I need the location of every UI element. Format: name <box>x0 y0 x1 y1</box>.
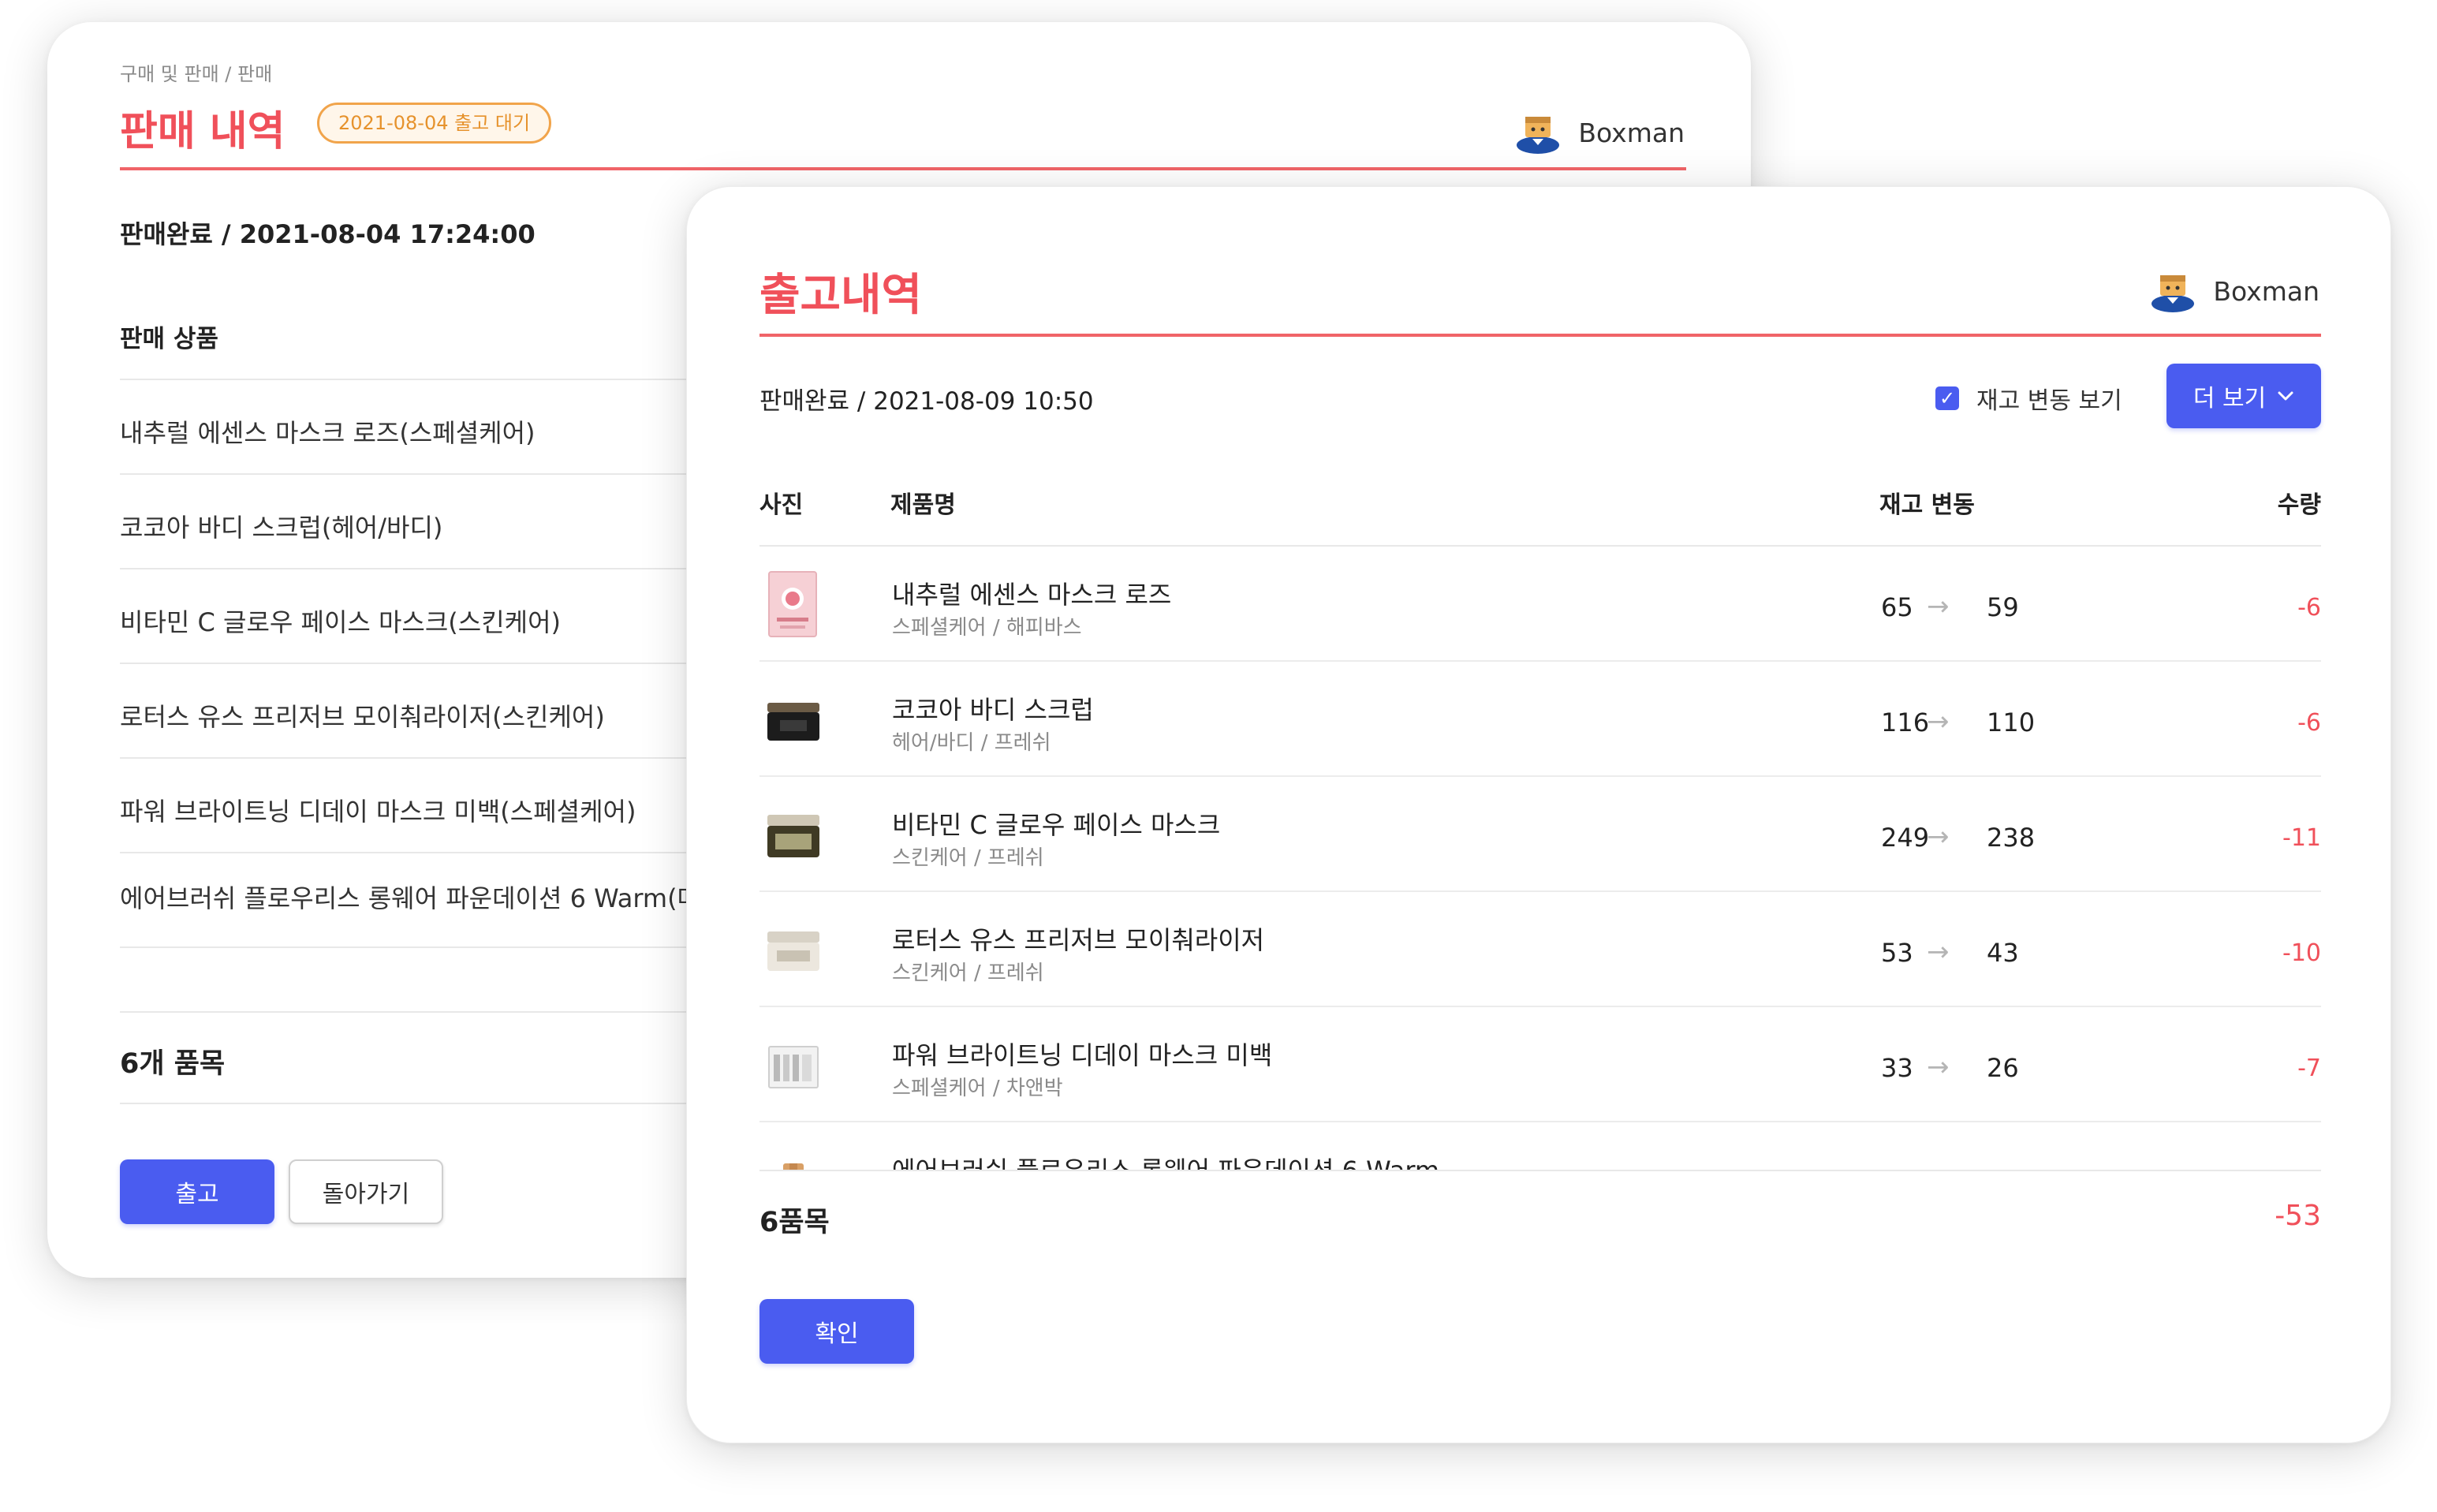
arrow-right-icon: → <box>1927 1051 1950 1083</box>
quantity-change: -11 <box>2282 824 2321 852</box>
quantity-change: -6 <box>2297 709 2321 737</box>
stock-after: 110 <box>1987 707 2036 737</box>
more-button[interactable]: 더 보기 <box>2166 364 2321 428</box>
ship-button[interactable]: 출고 <box>120 1159 274 1224</box>
stock-after: 43 <box>1987 938 2019 968</box>
column-header-qty: 수량 <box>2277 491 2321 519</box>
bottle-thumbnail-icon <box>783 1163 804 1170</box>
title-underline <box>120 167 1686 170</box>
product-table: 내추럴 에센스 마스크 로즈 스페셜케어 / 해피바스 65 → 59 -6 코… <box>687 547 2390 1170</box>
table-row[interactable]: 에어브러쉬 플로우리스 롱웨어 파운데이션 6 Warm <box>759 1122 2321 1170</box>
white-jar-thumbnail-icon <box>767 931 819 971</box>
quantity-change: -10 <box>2282 939 2321 967</box>
user-name: Boxman <box>2213 275 2319 307</box>
table-row[interactable]: 로터스 유스 프리저브 모이춰라이저 스킨케어 / 프레쉬 53 → 43 -1… <box>759 892 2321 1007</box>
stock-before: 249 <box>1881 823 1930 853</box>
product-category: 스페셜케어 / 해피바스 <box>892 616 1082 640</box>
stock-before: 53 <box>1881 938 1913 968</box>
quantity-change: -7 <box>2297 1055 2321 1082</box>
stock-after: 238 <box>1987 823 2036 853</box>
product-name: 파워 브라이트닝 디데이 마스크 미백 <box>892 1040 1273 1070</box>
sale-status-date: 판매완료 / 2021-08-04 17:24:00 <box>120 219 536 249</box>
page-title: 판매 내역 <box>120 108 285 155</box>
arrow-right-icon: → <box>1927 936 1950 968</box>
stock-before: 116 <box>1881 707 1930 737</box>
user-name: Boxman <box>1578 117 1685 148</box>
column-header-stock: 재고 변동 <box>1879 491 1975 519</box>
item-count: 6개 품목 <box>120 1048 226 1080</box>
table-row[interactable]: 비타민 C 글로우 페이스 마스크 스킨케어 / 프레쉬 249 → 238 -… <box>759 777 2321 892</box>
quantity-change: -6 <box>2297 594 2321 622</box>
stock-change-toggle[interactable]: ✓ 재고 변동 보기 <box>1935 381 2122 416</box>
stock-before: 33 <box>1881 1053 1913 1083</box>
arrow-right-icon: → <box>1927 706 1950 737</box>
product-name: 비타민 C 글로우 페이스 마스크 <box>892 810 1221 840</box>
toggle-label: 재고 변동 보기 <box>1976 387 2122 415</box>
product-name: 코코아 바디 스크럽 <box>892 695 1094 725</box>
product-name: 로터스 유스 프리저브 모이춰라이저 <box>892 925 1265 955</box>
stock-after: 26 <box>1987 1053 2019 1083</box>
status-badge: 2021-08-04 출고 대기 <box>317 103 552 144</box>
product-name: 에어브러쉬 플로우리스 롱웨어 파운데이션 6 Warm <box>892 1151 1439 1170</box>
product-category: 스킨케어 / 프레쉬 <box>892 846 1044 870</box>
title-underline <box>759 334 2321 337</box>
arrow-right-icon: → <box>1927 591 1950 622</box>
black-jar-thumbnail-icon <box>767 703 819 741</box>
shipping-history-modal: 출고내역 Boxman 판매완료 / 2021-08-09 10:50 ✓ 재고… <box>686 186 2391 1443</box>
mask-box-thumbnail-icon <box>768 1046 819 1088</box>
product-category: 헤어/바디 / 프레쉬 <box>892 731 1051 755</box>
product-category: 스킨케어 / 프레쉬 <box>892 961 1044 985</box>
stock-after: 59 <box>1987 592 2019 622</box>
chevron-down-icon <box>2278 391 2293 401</box>
sale-status-date: 판매완료 / 2021-08-09 10:50 <box>759 387 1094 416</box>
back-button[interactable]: 돌아가기 <box>289 1159 443 1224</box>
checkbox-checked-icon[interactable]: ✓ <box>1935 386 1959 410</box>
confirm-button[interactable]: 확인 <box>759 1299 914 1364</box>
table-row[interactable]: 파워 브라이트닝 디데이 마스크 미백 스페셜케어 / 차앤박 33 → 26 … <box>759 1007 2321 1122</box>
breadcrumb: 구매 및 판매 / 판매 <box>120 63 273 85</box>
column-header-photo: 사진 <box>759 491 804 519</box>
stock-before: 65 <box>1881 592 1913 622</box>
modal-title: 출고내역 <box>759 270 923 321</box>
green-jar-thumbnail-icon <box>767 815 819 857</box>
total-quantity-change: -53 <box>2275 1200 2321 1232</box>
boxman-avatar-icon <box>2152 275 2195 312</box>
boxman-avatar-icon <box>1517 117 1560 154</box>
pink-mask-thumbnail-icon <box>768 571 817 637</box>
column-header-name: 제품명 <box>890 491 956 519</box>
product-name: 내추럴 에센스 마스크 로즈 <box>892 580 1172 610</box>
product-category: 스페셜케어 / 차앤박 <box>892 1077 1063 1100</box>
item-count: 6품목 <box>759 1207 830 1238</box>
user-info[interactable]: Boxman <box>2150 269 2319 313</box>
divider <box>759 1170 2321 1171</box>
user-info[interactable]: Boxman <box>1515 110 1685 155</box>
table-row[interactable]: 내추럴 에센스 마스크 로즈 스페셜케어 / 해피바스 65 → 59 -6 <box>759 547 2321 662</box>
section-title: 판매 상품 <box>120 325 218 353</box>
more-button-label: 더 보기 <box>2193 385 2267 413</box>
arrow-right-icon: → <box>1927 821 1950 853</box>
table-row[interactable]: 코코아 바디 스크럽 헤어/바디 / 프레쉬 116 → 110 -6 <box>759 662 2321 777</box>
